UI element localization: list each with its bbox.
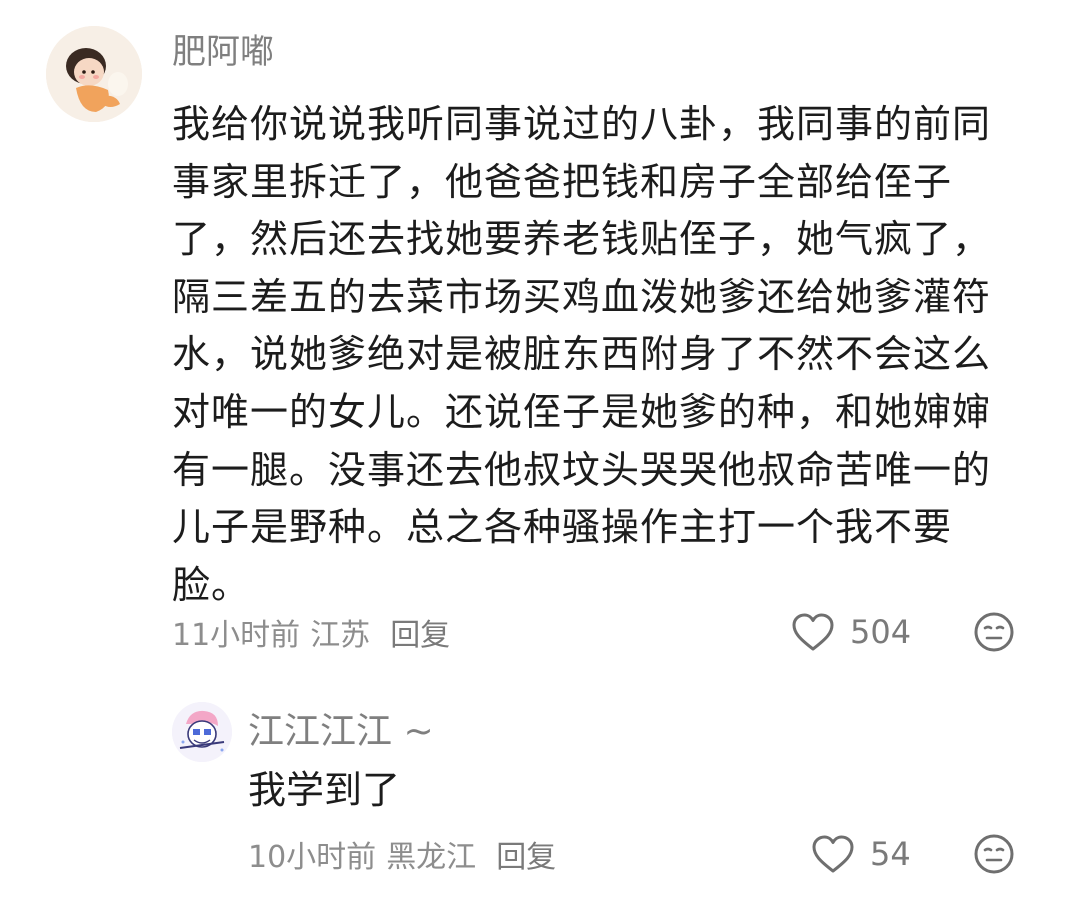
comment-location: 江苏 — [310, 618, 371, 653]
like-button[interactable]: 54 — [810, 830, 911, 878]
heart-outline-icon — [812, 835, 854, 873]
comment-meta: 11小时前 江苏 回复 — [172, 610, 450, 654]
cartoon-baby-avatar-icon — [46, 26, 142, 122]
neutral-face-icon — [974, 612, 1014, 652]
comment-text: 我给你说说我听同事说过的八卦，我同事的前同事家里拆迁了，他爸爸把钱和房子全部给侄… — [172, 102, 992, 607]
user-avatar[interactable] — [172, 702, 232, 762]
comment-time: 11小时前 — [172, 618, 301, 653]
username[interactable]: 江江江江 ~ — [248, 702, 434, 754]
like-button[interactable]: 504 — [790, 608, 911, 656]
reaction-button[interactable] — [972, 610, 1016, 658]
heart-outline-icon — [792, 613, 834, 651]
reply-button[interactable]: 回复 — [390, 610, 450, 654]
comment-meta: 10小时前 黑龙江 回复 — [248, 832, 556, 876]
comment-location: 黑龙江 — [386, 840, 477, 875]
reaction-button[interactable] — [972, 832, 1016, 880]
comment-time: 10小时前 — [248, 840, 377, 875]
like-count: 54 — [870, 835, 911, 873]
username[interactable]: 肥阿嘟 — [172, 24, 274, 73]
reply-button[interactable]: 回复 — [496, 832, 556, 876]
cartoon-character-avatar-icon — [172, 702, 232, 762]
user-avatar[interactable] — [46, 26, 142, 122]
comment-text: 我学到了 — [248, 768, 401, 812]
neutral-face-icon — [974, 834, 1014, 874]
like-count: 504 — [850, 613, 912, 651]
